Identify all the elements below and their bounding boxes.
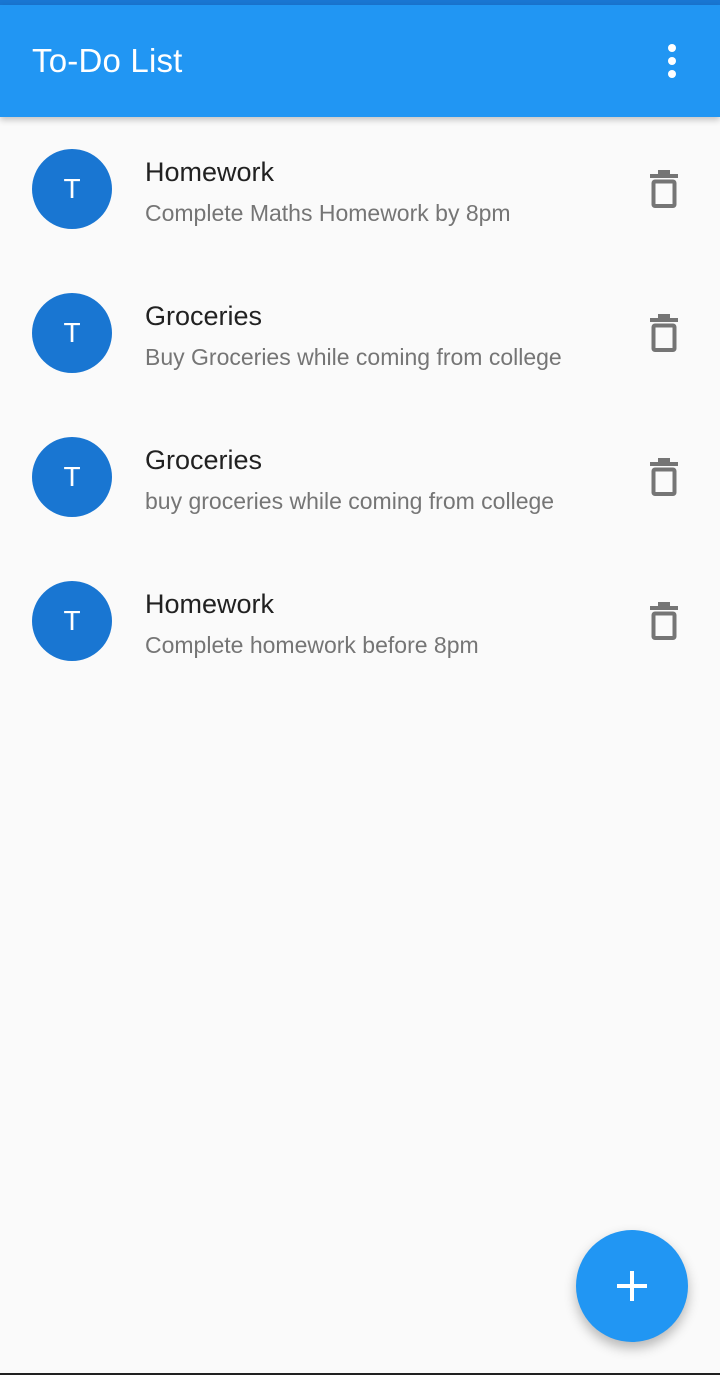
todo-description: Complete Maths Homework by 8pm [145,200,511,226]
app-bar: To-Do List [0,5,720,117]
delete-button[interactable] [640,165,688,213]
todo-title: Homework [145,589,275,619]
list-item[interactable]: T Groceries Buy Groceries while coming f… [0,261,720,405]
delete-icon [650,314,678,352]
avatar: T [32,293,112,373]
delete-icon [650,458,678,496]
todo-title: Homework [145,157,275,187]
todo-title: Groceries [145,301,263,331]
delete-icon [650,170,678,208]
avatar: T [32,437,112,517]
avatar: T [32,149,112,229]
overflow-menu-button[interactable] [648,37,696,85]
plus-icon [617,1271,647,1301]
list-item[interactable]: T Groceries buy groceries while coming f… [0,405,720,549]
list-item[interactable]: T Homework Complete homework before 8pm [0,549,720,693]
todo-description: Complete homework before 8pm [145,632,479,658]
delete-button[interactable] [640,597,688,645]
todo-list: T Homework Complete Maths Homework by 8p… [0,117,720,693]
avatar: T [32,581,112,661]
todo-title: Groceries [145,445,263,475]
todo-description: Buy Groceries while coming from college [145,344,562,370]
delete-button[interactable] [640,453,688,501]
todo-description: buy groceries while coming from college [145,488,555,514]
more-vertical-icon [668,42,676,81]
delete-button[interactable] [640,309,688,357]
app-title: To-Do List [32,42,183,79]
add-todo-button[interactable] [576,1230,688,1342]
delete-icon [650,602,678,640]
list-item[interactable]: T Homework Complete Maths Homework by 8p… [0,117,720,261]
